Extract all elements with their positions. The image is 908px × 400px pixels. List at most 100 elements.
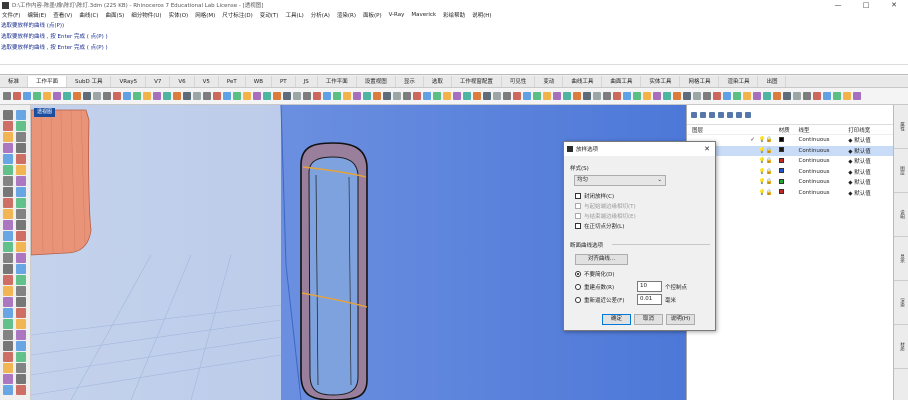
cancel-button[interactable]: 取消 — [634, 314, 663, 325]
left-tool-icon[interactable] — [16, 297, 26, 307]
menu-edit[interactable]: 编辑(E) — [27, 11, 46, 19]
left-tool-icon[interactable] — [3, 231, 13, 241]
tab[interactable]: 变动 — [535, 76, 564, 87]
toolbar-tool-icon[interactable] — [233, 92, 241, 100]
toolbar-tool-icon[interactable] — [253, 92, 261, 100]
toolbar-tool-icon[interactable] — [743, 92, 751, 100]
menu-maverick[interactable]: Maverick — [411, 12, 436, 18]
toolbar-tool-icon[interactable] — [93, 92, 101, 100]
toolbar-tool-icon[interactable] — [43, 92, 51, 100]
toolbar-tool-icon[interactable] — [173, 92, 181, 100]
toolbar-tool-icon[interactable] — [493, 92, 501, 100]
layer-print-width[interactable]: ◆ 默认值 — [848, 136, 893, 144]
toolbar-tool-icon[interactable] — [443, 92, 451, 100]
left-tool-icon[interactable] — [16, 242, 26, 252]
current-layer-check[interactable]: ✓ — [747, 137, 759, 143]
toolbar-tool-icon[interactable] — [523, 92, 531, 100]
viewport-label[interactable]: 透视图 — [34, 108, 56, 117]
header-material[interactable]: 材质 — [779, 126, 799, 134]
left-tool-icon[interactable] — [16, 341, 26, 351]
toolbar-tool-icon[interactable] — [183, 92, 191, 100]
left-tool-icon[interactable] — [16, 121, 26, 131]
side-tab-display[interactable]: 显示 — [894, 237, 908, 281]
toolbar-tool-icon[interactable] — [223, 92, 231, 100]
close-button[interactable]: ✕ — [880, 1, 908, 9]
left-tool-icon[interactable] — [3, 198, 13, 208]
layer-print-width[interactable]: ◆ 默认值 — [848, 189, 893, 197]
left-tool-icon[interactable] — [16, 330, 26, 340]
left-tool-icon[interactable] — [16, 286, 26, 296]
layer-linetype[interactable]: Continuous — [798, 169, 848, 175]
tab[interactable]: 显示 — [396, 76, 424, 87]
left-tool-icon[interactable] — [16, 319, 26, 329]
new-layer-icon[interactable] — [691, 111, 697, 118]
toolbar-tool-icon[interactable] — [683, 92, 691, 100]
tab[interactable]: 网格工具 — [680, 76, 720, 87]
left-tool-icon[interactable] — [3, 330, 13, 340]
menu-solid[interactable]: 实体(O) — [169, 11, 189, 19]
toolbar-tool-icon[interactable] — [723, 92, 731, 100]
layer-row[interactable]: 💡🔒 Continuous ◆ 默认值 — [687, 156, 893, 167]
toolbar-tool-icon[interactable] — [113, 92, 121, 100]
tab[interactable]: PeT — [219, 76, 246, 87]
toolbar-tool-icon[interactable] — [303, 92, 311, 100]
left-tool-icon[interactable] — [3, 374, 13, 384]
layer-row[interactable]: ✓ 💡🔒 Continuous ◆ 默认值 — [687, 135, 893, 146]
move-down-icon[interactable] — [727, 111, 733, 118]
layer-row[interactable]: 💡🔒 Continuous ◆ 默认值 — [687, 167, 893, 178]
left-tool-icon[interactable] — [16, 308, 26, 318]
left-tool-icon[interactable] — [16, 352, 26, 362]
left-tool-icon[interactable] — [3, 264, 13, 274]
toolbar-tool-icon[interactable] — [693, 92, 701, 100]
left-tool-icon[interactable] — [3, 253, 13, 263]
toolbar-tool-icon[interactable] — [273, 92, 281, 100]
toolbar-tool-icon[interactable] — [263, 92, 271, 100]
left-tool-icon[interactable] — [16, 231, 26, 241]
layer-color-swatch[interactable] — [778, 168, 784, 174]
toolbar-tool-icon[interactable] — [193, 92, 201, 100]
layer-linetype[interactable]: Continuous — [798, 148, 848, 154]
left-tool-icon[interactable] — [3, 286, 13, 296]
toolbar-tool-icon[interactable] — [673, 92, 681, 100]
left-tool-icon[interactable] — [16, 209, 26, 219]
toolbar-tool-icon[interactable] — [123, 92, 131, 100]
left-tool-icon[interactable] — [3, 165, 13, 175]
left-tool-icon[interactable] — [3, 132, 13, 142]
toolbar-tool-icon[interactable] — [553, 92, 561, 100]
move-up-icon[interactable] — [718, 111, 724, 118]
layer-print-width[interactable]: ◆ 默认值 — [848, 178, 893, 186]
help-button[interactable]: 说明(H) — [666, 314, 695, 325]
toolbar-tool-icon[interactable] — [313, 92, 321, 100]
toolbar-tool-icon[interactable] — [13, 92, 21, 100]
toolbar-tool-icon[interactable] — [423, 92, 431, 100]
left-tool-icon[interactable] — [16, 264, 26, 274]
left-tool-icon[interactable] — [16, 374, 26, 384]
minimize-button[interactable]: — — [824, 1, 852, 9]
toolbar-tool-icon[interactable] — [413, 92, 421, 100]
toolbar-tool-icon[interactable] — [833, 92, 841, 100]
toolbar-tool-icon[interactable] — [3, 92, 11, 100]
tab[interactable]: V5 — [195, 76, 219, 87]
layer-linetype[interactable]: Continuous — [798, 190, 848, 196]
toolbar-tool-icon[interactable] — [383, 92, 391, 100]
left-tool-icon[interactable] — [16, 132, 26, 142]
toolbar-tool-icon[interactable] — [453, 92, 461, 100]
maximize-button[interactable]: □ — [852, 1, 880, 9]
left-tool-icon[interactable] — [16, 220, 26, 230]
menu-tools[interactable]: 工具(L) — [285, 11, 303, 19]
menu-subd[interactable]: 细分物件(U) — [131, 11, 161, 19]
header-print[interactable]: 打印线宽 — [848, 126, 893, 134]
tab[interactable]: 标准 — [0, 76, 29, 87]
no-simplify-radio[interactable] — [575, 271, 581, 277]
tab[interactable]: 工作视窗配置 — [452, 76, 502, 87]
toolbar-tool-icon[interactable] — [373, 92, 381, 100]
end-tangent-checkbox[interactable] — [575, 213, 581, 219]
menu-surface[interactable]: 曲面(S) — [105, 11, 124, 19]
side-tab-material[interactable]: 材质 — [894, 325, 908, 369]
layer-linetype[interactable]: Continuous — [798, 137, 848, 143]
toolbar-tool-icon[interactable] — [543, 92, 551, 100]
toolbar-tool-icon[interactable] — [503, 92, 511, 100]
left-tool-icon[interactable] — [16, 143, 26, 153]
toolbar-tool-icon[interactable] — [403, 92, 411, 100]
left-tool-icon[interactable] — [3, 275, 13, 285]
